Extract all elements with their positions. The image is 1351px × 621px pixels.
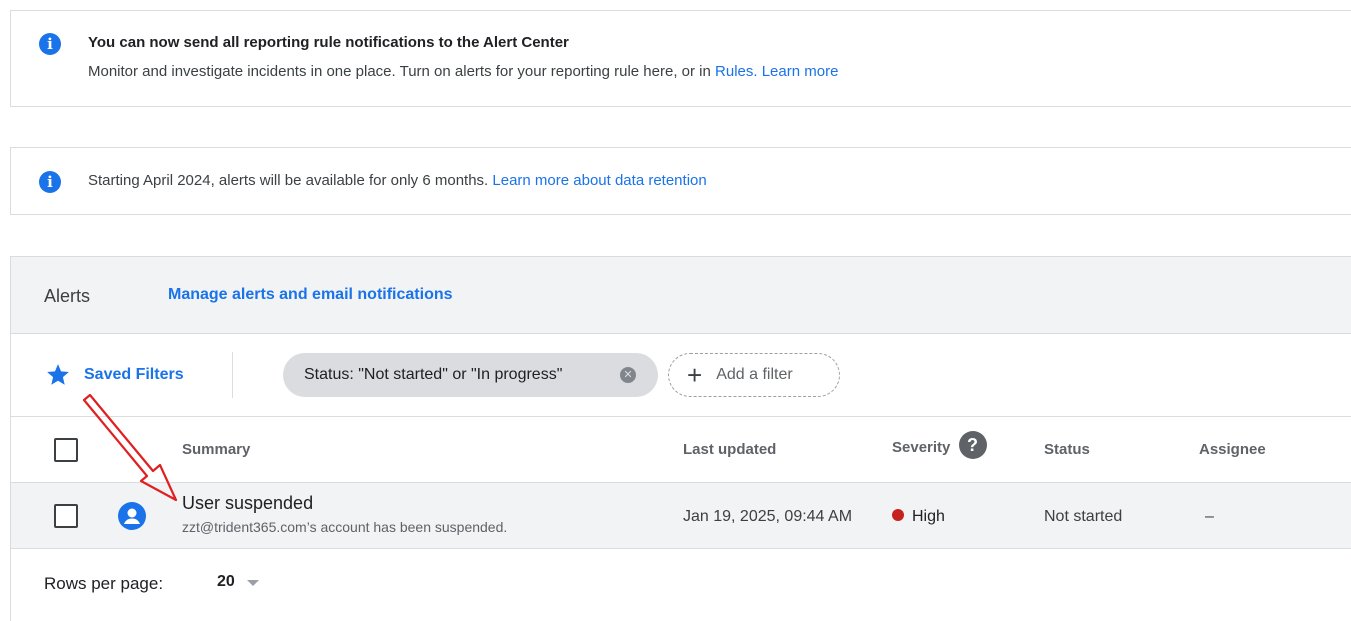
add-filter-label: Add a filter xyxy=(716,366,793,383)
assignee-value: – xyxy=(1205,508,1214,525)
saved-filters-button[interactable]: Saved Filters xyxy=(45,362,184,388)
panel-title: Alerts xyxy=(44,286,91,306)
data-retention-link[interactable]: Learn more about data retention xyxy=(492,172,706,189)
learn-more-link[interactable]: Learn more xyxy=(762,63,839,80)
alert-description: zzt@trident365.com’s account has been su… xyxy=(182,519,508,535)
column-status[interactable]: Status xyxy=(1044,441,1090,458)
table-row[interactable]: User suspended zzt@trident365.com’s acco… xyxy=(11,483,1351,549)
rows-per-page-label: Rows per page: xyxy=(44,574,164,593)
severity-dot-icon xyxy=(892,509,904,521)
chip-label: Status: "Not started" or "In progress" xyxy=(304,366,563,383)
alert-center-banner: i You can now send all reporting rule no… xyxy=(10,10,1351,107)
select-all-checkbox[interactable] xyxy=(54,438,78,462)
panel-header: Alerts Manage alerts and email notificat… xyxy=(11,257,1351,334)
banner-text: Starting April 2024, alerts will be avai… xyxy=(88,172,707,189)
info-icon: i xyxy=(39,171,61,193)
person-icon xyxy=(124,508,140,524)
remove-filter-icon[interactable]: ✕ xyxy=(620,367,636,383)
data-retention-banner: i Starting April 2024, alerts will be av… xyxy=(10,147,1351,215)
status-filter-chip[interactable]: Status: "Not started" or "In progress" ✕ xyxy=(283,353,658,397)
dropdown-caret-icon[interactable] xyxy=(247,580,259,586)
row-checkbox[interactable] xyxy=(54,504,78,528)
rules-link[interactable]: Rules. xyxy=(715,63,758,80)
info-icon: i xyxy=(39,33,61,55)
column-severity[interactable]: Severity ? xyxy=(892,431,987,459)
severity-value: High xyxy=(892,508,945,526)
column-assignee[interactable]: Assignee xyxy=(1199,441,1266,458)
status-value: Not started xyxy=(1044,508,1123,525)
manage-alerts-link[interactable]: Manage alerts and email notifications xyxy=(168,286,453,304)
banner-title: You can now send all reporting rule noti… xyxy=(88,34,569,51)
banner-text-body: Monitor and investigate incidents in one… xyxy=(88,63,716,80)
rows-per-page-select[interactable]: 20 xyxy=(217,573,235,591)
divider xyxy=(232,352,233,398)
user-icon xyxy=(118,502,146,530)
alerts-panel: Alerts Manage alerts and email notificat… xyxy=(10,256,1351,621)
plus-icon: + xyxy=(687,360,703,390)
column-last-updated[interactable]: Last updated xyxy=(683,441,776,458)
table-header: Summary Last updated Severity ? Status A… xyxy=(11,417,1351,483)
alert-title[interactable]: User suspended xyxy=(182,493,313,514)
add-filter-button[interactable]: + Add a filter xyxy=(668,353,840,397)
severity-label: High xyxy=(912,508,945,525)
last-updated-value: Jan 19, 2025, 09:44 AM xyxy=(683,508,853,525)
filter-bar: Saved Filters Status: "Not started" or "… xyxy=(11,334,1351,417)
saved-filters-label: Saved Filters xyxy=(84,366,184,383)
help-icon[interactable]: ? xyxy=(958,431,987,459)
star-icon xyxy=(47,364,69,385)
pagination: Rows per page: 20 xyxy=(11,549,1351,621)
column-severity-label: Severity xyxy=(892,438,951,456)
banner-text-body: Starting April 2024, alerts will be avai… xyxy=(88,172,493,189)
banner-text: Monitor and investigate incidents in one… xyxy=(88,63,838,80)
column-summary[interactable]: Summary xyxy=(182,441,250,458)
